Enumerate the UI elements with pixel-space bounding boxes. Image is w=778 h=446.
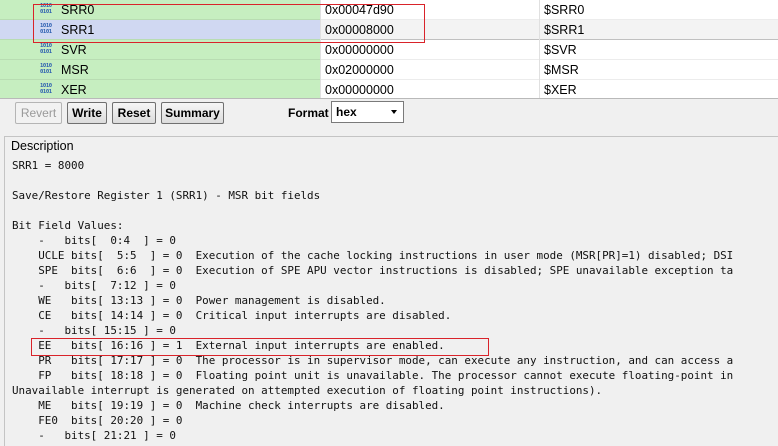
- format-label: Format: [288, 106, 329, 120]
- register-value[interactable]: 0x02000000: [325, 63, 394, 77]
- description-line: - bits[ 7:12 ] = 0: [12, 279, 176, 292]
- register-icon: 1010 0101: [40, 63, 52, 75]
- description-line: FP bits[ 18:18 ] = 0 Floating point unit…: [12, 369, 734, 382]
- description-line: - bits[ 0:4 ] = 0: [12, 234, 176, 247]
- chevron-down-icon: [391, 110, 397, 114]
- format-value: hex: [336, 105, 357, 119]
- summary-button[interactable]: Summary: [161, 102, 224, 124]
- reset-button[interactable]: Reset: [112, 102, 156, 124]
- register-value[interactable]: 0x00000000: [325, 83, 394, 97]
- description-line: Unavailable interrupt is generated on at…: [12, 384, 603, 397]
- register-row-msr[interactable]: 1010 0101 MSR 0x02000000 $MSR: [0, 60, 778, 80]
- description-line: - bits[ 21:21 ] = 0: [12, 429, 176, 442]
- description-line: CE bits[ 14:14 ] = 0 Critical input inte…: [12, 309, 452, 322]
- write-button[interactable]: Write: [67, 102, 107, 124]
- register-expression: $SRR1: [544, 23, 585, 37]
- register-name: MSR: [61, 63, 89, 77]
- description-line: ME bits[ 19:19 ] = 0 Machine check inter…: [12, 399, 445, 412]
- description-line: SPE bits[ 6:6 ] = 0 Execution of SPE APU…: [12, 264, 734, 277]
- register-expression: $SVR: [544, 43, 577, 57]
- register-name: SVR: [61, 43, 87, 57]
- register-name: XER: [61, 83, 87, 97]
- description-text[interactable]: SRR1 = 8000 Save/Restore Register 1 (SRR…: [12, 158, 733, 443]
- description-line: Save/Restore Register 1 (SRR1) - MSR bit…: [12, 189, 321, 202]
- register-row-xer[interactable]: 1010 0101 XER 0x00000000 $XER: [0, 80, 778, 98]
- highlight-box-ee: [31, 338, 489, 356]
- description-line: Bit Field Values:: [12, 219, 124, 232]
- description-legend: Description: [9, 139, 76, 153]
- description-line: SRR1 = 8000: [12, 159, 85, 172]
- format-select[interactable]: hex: [331, 101, 404, 123]
- description-line: - bits[ 15:15 ] = 0: [12, 324, 176, 337]
- register-expression: $MSR: [544, 63, 579, 77]
- register-expression: $XER: [544, 83, 577, 97]
- toolbar: Revert Write Reset Summary Format hex: [0, 99, 778, 127]
- register-value[interactable]: 0x00000000: [325, 43, 394, 57]
- register-icon: 1010 0101: [40, 83, 52, 95]
- revert-button[interactable]: Revert: [15, 102, 62, 124]
- register-icon: 1010 0101: [40, 43, 52, 55]
- register-expression: $SRR0: [544, 3, 585, 17]
- register-row-svr[interactable]: 1010 0101 SVR 0x00000000 $SVR: [0, 40, 778, 60]
- register-table: 1010 0101 SRR0 0x00047d90 $SRR0 1010 0101 …: [0, 0, 778, 99]
- highlight-box-srr: [33, 4, 425, 43]
- description-line: UCLE bits[ 5:5 ] = 0 Execution of the ca…: [12, 249, 734, 262]
- description-line: WE bits[ 13:13 ] = 0 Power management is…: [12, 294, 386, 307]
- description-line: FE0 bits[ 20:20 ] = 0: [12, 414, 183, 427]
